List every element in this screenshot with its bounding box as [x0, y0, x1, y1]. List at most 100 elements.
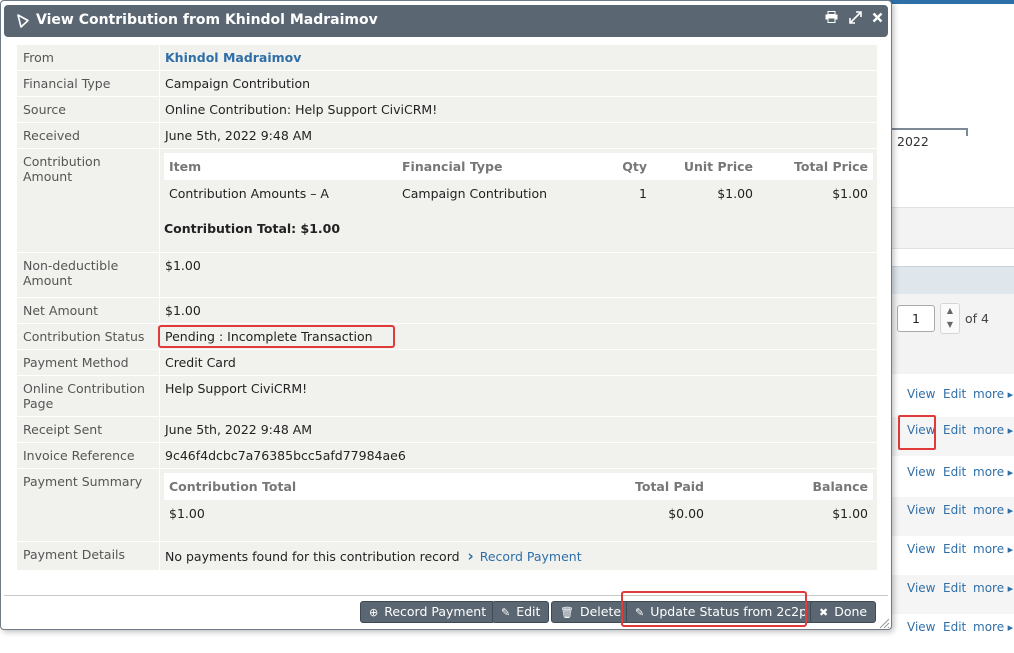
row-edit-link[interactable]: Edit: [943, 581, 966, 595]
field-value: June 5th, 2022 9:48 AM: [159, 122, 877, 149]
pager-spinner[interactable]: ▲ ▼: [940, 303, 960, 334]
field-row-non-deductible: Non-deductible Amount $1.00: [16, 252, 877, 298]
button-label: Record Payment: [384, 604, 487, 619]
field-label: Non-deductible Amount: [16, 252, 160, 298]
print-icon[interactable]: [825, 11, 838, 27]
update-status-highlight: [621, 591, 807, 627]
status-badge: Pending : Incomplete Transaction: [158, 325, 395, 348]
spinner-down-icon[interactable]: ▼: [941, 318, 959, 332]
button-label: Delete: [579, 604, 622, 619]
plus-circle-icon: ⊕: [369, 606, 379, 619]
row-edit-link[interactable]: Edit: [943, 620, 966, 634]
field-label: Net Amount: [16, 297, 160, 324]
field-value: June 5th, 2022 9:48 AM: [159, 416, 877, 443]
field-row-payment-method: Payment Method Credit Card: [16, 349, 877, 376]
cell-total-price: $1.00: [758, 180, 873, 207]
payment-summary-table: Contribution Total Total Paid Balance $1…: [164, 473, 873, 527]
row-view-link[interactable]: View: [907, 620, 935, 634]
field-label: Online Contribution Page: [16, 375, 160, 417]
background-table-row: View Edit more: [892, 497, 1014, 536]
row-more-link[interactable]: more: [973, 620, 1013, 634]
table-row: $1.00 $0.00 $1.00: [164, 500, 873, 527]
edit-button[interactable]: ✎ Edit: [492, 601, 550, 623]
view-link-highlight: [898, 415, 936, 450]
background-tab-border: [892, 128, 968, 130]
field-row-payment-summary: Payment Summary Contribution Total Total…: [16, 468, 877, 542]
no-payments-text: No payments found for this contribution …: [165, 549, 460, 564]
record-payment-button[interactable]: ⊕ Record Payment: [360, 601, 496, 623]
field-label: Receipt Sent: [16, 416, 160, 443]
field-value: 9c46f4dcbc7a76385bcc5afd77984ae6: [159, 442, 877, 469]
pager-page-input[interactable]: 1: [897, 305, 935, 332]
resize-grip-icon[interactable]: [878, 617, 890, 629]
row-more-link[interactable]: more: [973, 387, 1013, 401]
spinner-up-icon[interactable]: ▲: [941, 304, 959, 318]
cell-unit-price: $1.00: [652, 180, 758, 207]
field-value: Online Contribution: Help Support CiviCR…: [159, 96, 877, 123]
cell-balance: $1.00: [709, 500, 873, 527]
contribution-icon: [17, 14, 29, 28]
contribution-total: Contribution Total: $1.00: [164, 221, 341, 236]
contribution-dialog: View Contribution from Khindol Madraimov…: [0, 0, 892, 630]
row-more-link[interactable]: more: [973, 423, 1013, 437]
background-panel: [892, 207, 1014, 249]
maximize-icon[interactable]: [849, 11, 862, 28]
row-more-link[interactable]: more: [973, 503, 1013, 517]
row-edit-link[interactable]: Edit: [943, 423, 966, 437]
line-items-header: Item Financial Type Qty Unit Price Total…: [164, 153, 873, 180]
dialog-title: View Contribution from Khindol Madraimov: [36, 12, 378, 28]
row-view-link[interactable]: View: [907, 465, 935, 479]
background-table-header: [892, 266, 1014, 294]
close-icon[interactable]: [872, 11, 883, 27]
row-edit-link[interactable]: Edit: [943, 542, 966, 556]
background-table-row: View Edit more: [892, 459, 1014, 498]
column-header-total-paid: Total Paid: [564, 473, 709, 500]
field-label: Contribution Status: [16, 323, 160, 350]
field-label: Financial Type: [16, 70, 160, 97]
button-label: Edit: [516, 604, 541, 619]
field-value: Help Support CiviCRM!: [159, 375, 877, 417]
close-icon: ✖: [819, 606, 829, 619]
delete-button[interactable]: 🗑 Delete: [551, 601, 631, 623]
field-label: Payment Method: [16, 349, 160, 376]
row-edit-link[interactable]: Edit: [943, 465, 966, 479]
column-header-qty: Qty: [615, 153, 652, 180]
column-header-item: Item: [164, 153, 397, 180]
field-row-financial-type: Financial Type Campaign Contribution: [16, 70, 877, 97]
background-table-row: View Edit more: [892, 614, 1014, 653]
row-more-link[interactable]: more: [973, 465, 1013, 479]
cell-total-paid: $0.00: [564, 500, 709, 527]
line-items-table: Item Financial Type Qty Unit Price Total…: [164, 153, 873, 207]
field-value: $1.00: [159, 297, 877, 324]
field-row-received: Received June 5th, 2022 9:48 AM: [16, 122, 877, 149]
field-value: $1.00: [159, 252, 877, 298]
row-view-link[interactable]: View: [907, 581, 935, 595]
row-view-link[interactable]: View: [907, 542, 935, 556]
record-payment-link[interactable]: Record Payment: [468, 549, 582, 564]
background-tab-border-tick: [966, 128, 968, 136]
row-view-link[interactable]: View: [907, 387, 935, 401]
column-header-balance: Balance: [709, 473, 873, 500]
dialog-titlebar[interactable]: View Contribution from Khindol Madraimov: [4, 5, 888, 37]
pager-of-label: of 4: [965, 311, 989, 326]
contribution-details-table: From Khindol Madraimov Financial Type Ca…: [16, 45, 877, 571]
field-value: Credit Card: [159, 349, 877, 376]
field-label: From: [16, 45, 160, 71]
field-label: Source: [16, 96, 160, 123]
trash-icon: 🗑: [560, 606, 574, 619]
field-label: Payment Details: [16, 541, 160, 571]
background-table-row: View Edit more: [892, 536, 1014, 575]
field-row-net-amount: Net Amount $1.00: [16, 297, 877, 324]
field-row-status: Contribution Status Pending : Incomplete…: [16, 323, 877, 350]
cell-qty: 1: [615, 180, 652, 207]
row-edit-link[interactable]: Edit: [943, 503, 966, 517]
column-header-financial-type: Financial Type: [397, 153, 615, 180]
field-row-source: Source Online Contribution: Help Support…: [16, 96, 877, 123]
row-view-link[interactable]: View: [907, 503, 935, 517]
contact-name-link[interactable]: Khindol Madraimov: [165, 50, 301, 65]
row-edit-link[interactable]: Edit: [943, 387, 966, 401]
pencil-icon: ✎: [501, 606, 511, 619]
row-more-link[interactable]: more: [973, 542, 1013, 556]
done-button[interactable]: ✖ Done: [810, 601, 877, 623]
row-more-link[interactable]: more: [973, 581, 1013, 595]
